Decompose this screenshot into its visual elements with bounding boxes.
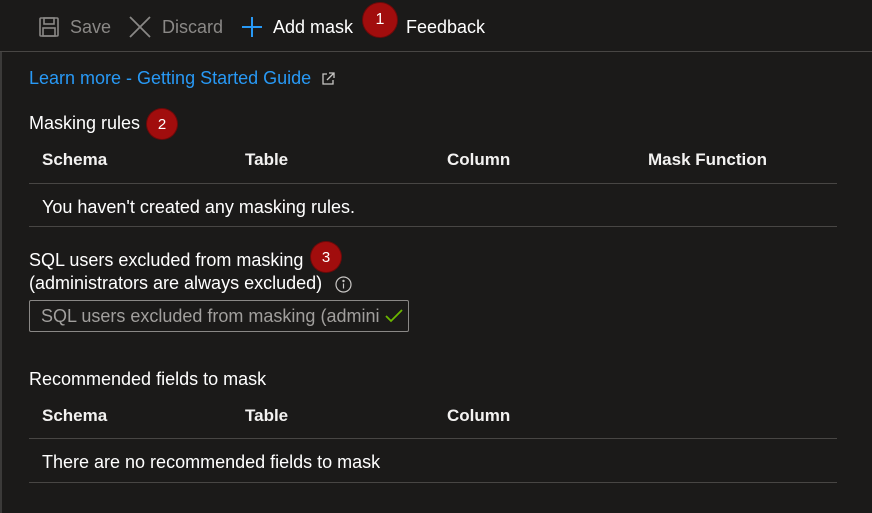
recommended-col-table[interactable]: Table xyxy=(245,406,288,426)
masking-col-table[interactable]: Table xyxy=(245,150,288,170)
excluded-users-field[interactable] xyxy=(29,300,409,332)
data-masking-blade: Save Discard Add mask 1 Feedback Learn m… xyxy=(0,0,872,513)
callout-badge-3: 3 xyxy=(311,242,341,272)
info-icon[interactable] xyxy=(335,276,352,293)
left-border xyxy=(0,52,2,513)
masking-row-divider xyxy=(29,226,837,227)
excluded-users-label: (administrators are always excluded) xyxy=(29,273,352,294)
close-icon xyxy=(128,15,152,39)
external-link-icon xyxy=(321,71,335,86)
masking-col-column[interactable]: Column xyxy=(447,150,510,170)
discard-button[interactable]: Discard xyxy=(128,10,223,44)
excluded-users-input[interactable] xyxy=(41,305,381,327)
masking-rules-title: Masking rules xyxy=(29,113,141,133)
excluded-users-label-line2: (administrators are always excluded) xyxy=(29,273,323,293)
recommended-col-schema[interactable]: Schema xyxy=(42,406,107,426)
add-mask-button[interactable]: Add mask xyxy=(241,10,353,44)
discard-label: Discard xyxy=(162,16,224,37)
feedback-label: Feedback xyxy=(406,16,486,37)
masking-empty-message: You haven't created any masking rules. xyxy=(42,197,355,217)
add-mask-label: Add mask xyxy=(273,16,354,37)
feedback-button[interactable]: Feedback xyxy=(406,10,485,44)
getting-started-label: Learn more - Getting Started Guide xyxy=(29,68,312,88)
excluded-users-label-line1: SQL users excluded from masking xyxy=(29,250,304,270)
getting-started-link[interactable]: Learn more - Getting Started Guide xyxy=(29,68,335,89)
recommended-title: Recommended fields to mask xyxy=(29,369,267,389)
recommended-row-divider xyxy=(29,482,837,483)
callout-badge-1: 1 xyxy=(363,3,397,37)
plus-icon xyxy=(241,16,263,38)
recommended-col-column[interactable]: Column xyxy=(447,406,510,426)
masking-col-mask-function[interactable]: Mask Function xyxy=(648,150,767,170)
masking-col-schema[interactable]: Schema xyxy=(42,150,107,170)
recommended-empty-message: There are no recommended fields to mask xyxy=(42,452,381,472)
save-button[interactable]: Save xyxy=(38,10,111,44)
save-icon xyxy=(38,16,60,38)
callout-badge-2: 2 xyxy=(147,109,177,139)
save-label: Save xyxy=(70,16,112,37)
recommended-header-divider xyxy=(29,438,837,439)
checkmark-icon xyxy=(385,309,403,323)
command-bar: Save Discard Add mask 1 Feedback xyxy=(0,0,872,52)
masking-header-divider xyxy=(29,183,837,184)
